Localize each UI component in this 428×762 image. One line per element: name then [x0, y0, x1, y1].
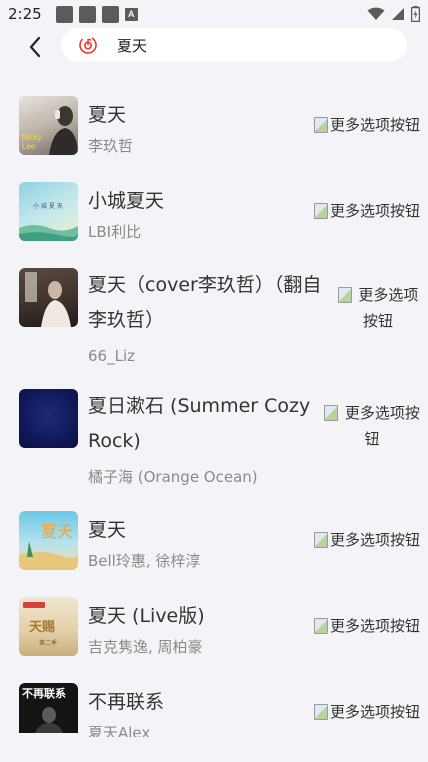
- song-list-item[interactable]: 夏天 夏天 Bell玲惠, 徐梓淳 更多选项按钮: [0, 499, 428, 585]
- more-options-button[interactable]: 更多选项按钮: [324, 400, 420, 452]
- song-artist: 66_Liz: [88, 347, 135, 365]
- wifi-icon: [367, 7, 385, 20]
- song-cover-image: 小 城 夏 天: [19, 182, 78, 241]
- song-artist: LBI利比: [88, 223, 142, 241]
- search-input[interactable]: 夏天: [61, 28, 407, 62]
- more-options-label: 更多选项按钮: [329, 202, 420, 220]
- song-cover-image: 夏天: [19, 511, 78, 570]
- song-title: 夏天: [88, 104, 127, 126]
- status-bar: 2:25 A: [0, 0, 428, 28]
- more-options-label: 更多选项按钮: [329, 116, 420, 134]
- a-badge-icon: A: [124, 7, 138, 21]
- song-info: 夏天 李玖哲: [88, 96, 314, 158]
- app-notification-icon: [55, 5, 73, 23]
- song-list-item[interactable]: 夏日漱石 (Summer Cozy Rock) 橘子海 (Orange Ocea…: [0, 377, 428, 499]
- more-options-label: 更多选项按钮: [358, 286, 419, 330]
- svg-text:小 城 夏 天: 小 城 夏 天: [33, 202, 63, 210]
- cover-person-figure: [25, 272, 71, 327]
- song-artist: 橘子海 (Orange Ocean): [88, 468, 258, 486]
- cover-illustration: 夏天: [19, 522, 78, 570]
- more-options-label: 更多选项按钮: [329, 531, 420, 549]
- broken-image-icon: [313, 203, 328, 219]
- broken-image-icon: [313, 117, 328, 133]
- back-button[interactable]: [22, 34, 48, 60]
- broken-image-icon: [324, 405, 339, 421]
- broken-image-icon: [313, 532, 328, 548]
- song-list-item[interactable]: 夏天（cover李玖哲）（翻自 李玖哲） 66_Liz 更多选项按钮: [0, 256, 428, 377]
- status-right: [367, 6, 420, 22]
- song-list-item[interactable]: Nicky Lee 夏天 李玖哲 更多选项按钮: [0, 84, 428, 170]
- svg-text:天赐: 天赐: [29, 620, 55, 635]
- broken-image-icon: [313, 704, 328, 720]
- more-options-button[interactable]: 更多选项按钮: [313, 198, 420, 224]
- song-title: 夏天 (Live版): [88, 605, 205, 627]
- song-cover-image: [19, 268, 78, 327]
- song-info: 不再联系 夏天Alex: [88, 683, 314, 737]
- more-options-button[interactable]: 更多选项按钮: [313, 613, 420, 639]
- app-notification-icon: [101, 5, 119, 23]
- song-info: 夏日漱石 (Summer Cozy Rock) 橘子海 (Orange Ocea…: [88, 389, 324, 489]
- cover-caption: Nicky Lee: [22, 133, 42, 151]
- song-cover-image: Nicky Lee: [19, 96, 78, 155]
- song-title: 夏天（cover李玖哲）（翻自 李玖哲）: [88, 274, 322, 331]
- app-notification-icon: [78, 5, 96, 23]
- svg-text:夏天: 夏天: [41, 522, 73, 541]
- song-list-item[interactable]: 天赐 第二季 夏天 (Live版) 吉克隽逸, 周柏豪 更多选项按钮: [0, 585, 428, 671]
- more-options-button[interactable]: 更多选项按钮: [313, 699, 420, 725]
- song-cover-image: [19, 389, 78, 448]
- song-artist: 吉克隽逸, 周柏豪: [88, 638, 203, 656]
- song-cover-image: 天赐 第二季: [19, 597, 78, 656]
- status-left: 2:25 A: [8, 5, 138, 23]
- song-title: 夏日漱石 (Summer Cozy Rock): [88, 395, 311, 452]
- broken-image-icon: [313, 618, 328, 634]
- song-info: 夏天（cover李玖哲）（翻自 李玖哲） 66_Liz: [88, 268, 336, 368]
- song-list-item[interactable]: 小 城 夏 天 小城夏天 LBI利比 更多选项按钮: [0, 170, 428, 256]
- song-info: 夏天 (Live版) 吉克隽逸, 周柏豪: [88, 597, 314, 659]
- netease-music-logo-icon: [79, 36, 97, 54]
- song-title: 不再联系: [88, 691, 165, 713]
- song-list-item[interactable]: 不再联系 不再联系 夏天Alex 更多选项按钮: [0, 671, 428, 737]
- song-info: 小城夏天 LBI利比: [88, 182, 314, 244]
- song-title: 小城夏天: [88, 190, 165, 212]
- search-header: 夏天: [0, 28, 428, 68]
- song-artist: 李玖哲: [88, 137, 134, 155]
- more-options-button[interactable]: 更多选项按钮: [313, 527, 420, 553]
- song-artist: Bell玲惠, 徐梓淳: [88, 552, 201, 570]
- svg-text:第二季: 第二季: [39, 639, 57, 647]
- status-time: 2:25: [8, 5, 42, 23]
- more-options-label: 更多选项按钮: [329, 703, 420, 721]
- more-options-button[interactable]: 更多选项按钮: [313, 112, 420, 138]
- song-title: 夏天: [88, 519, 127, 541]
- battery-icon: [411, 6, 420, 22]
- more-options-button[interactable]: 更多选项按钮: [336, 282, 420, 334]
- back-arrow-icon: [29, 36, 41, 58]
- song-cover-image: 不再联系: [19, 683, 78, 733]
- song-info: 夏天 Bell玲惠, 徐梓淳: [88, 511, 314, 573]
- more-options-label: 更多选项按钮: [344, 404, 420, 448]
- search-query-text: 夏天: [117, 36, 148, 55]
- more-options-label: 更多选项按钮: [329, 617, 420, 635]
- cover-illustration: 小 城 夏 天: [19, 202, 78, 241]
- broken-image-icon: [337, 287, 352, 303]
- cover-illustration: 天赐 第二季: [23, 602, 57, 647]
- song-result-list: Nicky Lee 夏天 李玖哲 更多选项按钮 小 城 夏 天 小城夏天 LBI…: [0, 84, 428, 737]
- cover-person-figure: [35, 707, 63, 733]
- song-artist: 夏天Alex: [88, 724, 151, 737]
- signal-icon: [392, 8, 404, 20]
